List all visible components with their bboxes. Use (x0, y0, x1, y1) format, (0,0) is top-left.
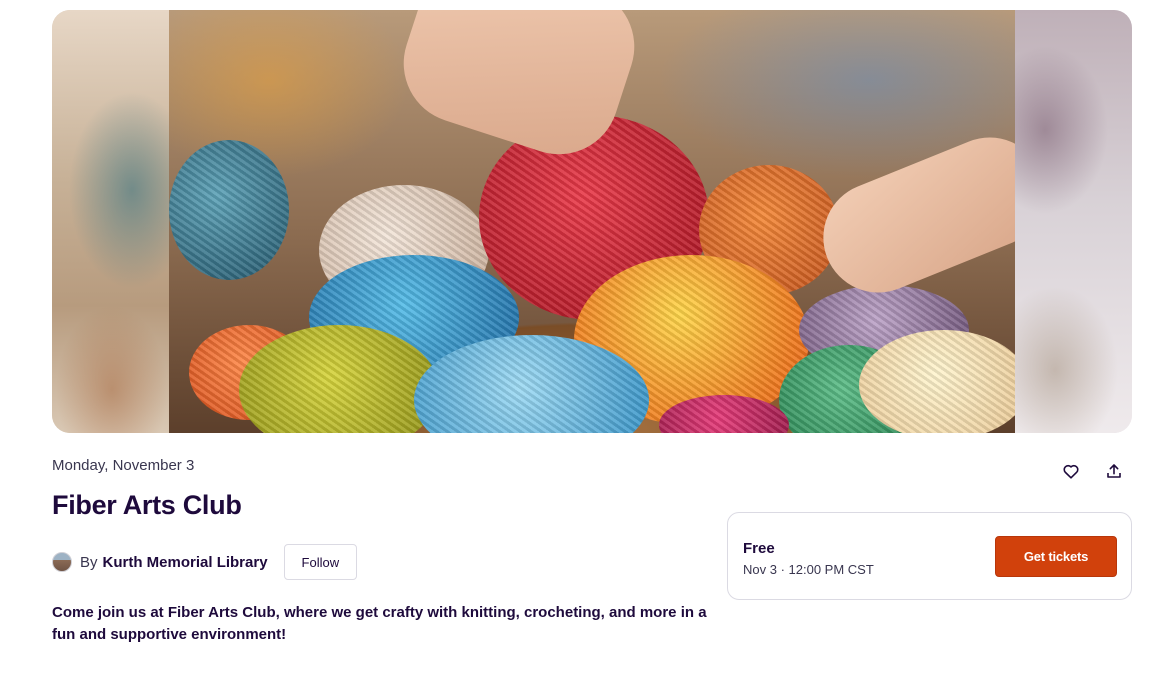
event-hero-image (52, 10, 1132, 433)
hero-blur-left (52, 10, 169, 433)
event-title: Fiber Arts Club (52, 490, 242, 520)
event-summary: Come join us at Fiber Arts Club, where w… (52, 604, 707, 643)
share-icon (1107, 464, 1121, 478)
organizer-avatar[interactable] (52, 552, 72, 572)
follow-button[interactable]: Follow (283, 544, 358, 580)
yarn-teal (169, 140, 289, 280)
event-date: Monday, November 3 (52, 457, 195, 474)
heart-icon (1063, 464, 1079, 479)
get-tickets-button[interactable]: Get tickets (995, 536, 1117, 577)
like-button[interactable] (1059, 459, 1083, 483)
organizer-name-link[interactable]: Kurth Memorial Library (103, 554, 268, 571)
hero-blur-right (1015, 10, 1132, 433)
organizer-prefix: By (80, 553, 98, 571)
organizer-row: By Kurth Memorial Library Follow (52, 544, 358, 580)
ticket-card: Free Nov 3 · 12:00 PM CST Get tickets (727, 512, 1132, 600)
ticket-price: Free (743, 540, 775, 557)
yarn-photo (169, 10, 1015, 433)
share-button[interactable] (1102, 459, 1126, 483)
ticket-datetime: Nov 3 · 12:00 PM CST (743, 562, 874, 577)
